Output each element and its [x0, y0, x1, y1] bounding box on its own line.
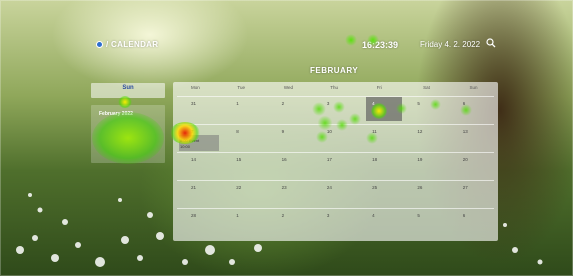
day-number: 17: [326, 157, 332, 162]
day-cell[interactable]: 26: [403, 180, 449, 208]
day-cell[interactable]: 6: [448, 208, 494, 236]
day-cell[interactable]: 17: [312, 152, 359, 180]
day-cell[interactable]: 15: [222, 152, 268, 180]
day-number: 4: [372, 213, 375, 218]
day-cell[interactable]: 2: [267, 96, 313, 124]
event-time: 10:00: [180, 144, 191, 149]
day-number: 1: [236, 213, 239, 218]
today-button[interactable]: Sun: [91, 83, 165, 98]
day-number: 1: [236, 101, 239, 106]
day-cell[interactable]: 18: [358, 152, 404, 180]
day-cell[interactable]: 31: [177, 96, 223, 124]
day-number: 6: [462, 213, 466, 218]
day-cell[interactable]: 19: [403, 152, 449, 180]
day-number: 3: [326, 101, 330, 106]
day-cell[interactable]: 24: [312, 180, 359, 208]
day-cell[interactable]: 27: [448, 180, 494, 208]
weekday-label: Tue: [237, 85, 246, 90]
day-number: 9: [281, 129, 285, 134]
calendar-logo-icon: [96, 41, 103, 48]
day-number: 21: [191, 185, 197, 190]
day-cell[interactable]: 9: [267, 124, 313, 152]
day-number: 5: [417, 101, 420, 106]
day-number: 4: [372, 101, 375, 106]
weekday-label: Fri: [376, 85, 382, 90]
event-title: 8:00 Event: [180, 138, 200, 143]
day-cell[interactable]: 7 8:00 Event 10:00: [177, 124, 223, 152]
day-number: 2: [281, 213, 285, 218]
day-number: 24: [326, 185, 332, 190]
month-title: FEBRUARY: [310, 66, 359, 75]
day-cell[interactable]: 3: [312, 96, 359, 124]
mini-calendar-title: February 2022: [99, 111, 133, 117]
day-number: 18: [372, 157, 378, 162]
calendar-panel: Mon Tue Wed Thu Fri Sat Sun 31 1 2 3 4 5…: [173, 82, 498, 241]
day-number: 31: [191, 101, 197, 106]
day-cell[interactable]: 1: [222, 208, 268, 236]
day-cell[interactable]: 6: [448, 96, 494, 124]
day-cell[interactable]: 25: [358, 180, 404, 208]
day-number: 14: [191, 157, 197, 162]
day-cell[interactable]: 11: [358, 124, 404, 152]
day-cell[interactable]: 23: [267, 180, 313, 208]
current-date: Friday 4. 2. 2022: [420, 40, 481, 49]
day-number: 6: [462, 101, 466, 106]
day-number: 15: [236, 157, 242, 162]
day-cell[interactable]: 8: [222, 124, 268, 152]
day-number: 25: [372, 185, 378, 190]
day-number: 26: [417, 185, 423, 190]
day-number: 5: [417, 213, 420, 218]
app-title: / CALENDAR: [106, 40, 159, 49]
day-cell[interactable]: 20: [448, 152, 494, 180]
day-number: 16: [281, 157, 287, 162]
day-cell[interactable]: 21: [177, 180, 223, 208]
weekday-header: Mon Tue Wed Thu Fri Sat Sun: [173, 85, 498, 95]
day-number: 8: [236, 129, 239, 134]
day-cell-today[interactable]: 4: [358, 96, 404, 124]
day-number: 7: [191, 129, 194, 134]
day-cell[interactable]: 1: [222, 96, 268, 124]
day-cell[interactable]: 13: [448, 124, 494, 152]
clock: 16:23:39: [362, 40, 399, 50]
day-number: 23: [281, 185, 287, 190]
today-button-label: Sun: [122, 85, 134, 91]
weekday-label: Sun: [469, 85, 478, 90]
day-cell[interactable]: 22: [222, 180, 268, 208]
day-cell[interactable]: 12: [403, 124, 449, 152]
weekday-label: Mon: [191, 85, 200, 90]
day-number: 19: [417, 157, 423, 162]
calendar-grid: 31 1 2 3 4 5 6 7 8:00 Event 10:00 8 9 10…: [177, 96, 494, 236]
day-cell[interactable]: 2: [267, 208, 313, 236]
mini-calendar[interactable]: February 2022: [91, 105, 165, 163]
day-number: 10: [326, 129, 332, 134]
day-cell[interactable]: 16: [267, 152, 313, 180]
weekday-label: Wed: [283, 85, 294, 90]
day-number: 12: [417, 129, 423, 134]
weekday-label: Sat: [423, 85, 430, 90]
search-icon[interactable]: [486, 38, 496, 48]
day-number: 22: [236, 185, 242, 190]
day-number: 27: [462, 185, 468, 190]
day-number: 13: [462, 129, 468, 134]
day-number: 2: [281, 101, 285, 106]
day-number: 28: [191, 213, 197, 218]
day-number: 11: [372, 129, 377, 134]
day-cell[interactable]: 14: [177, 152, 223, 180]
weekday-label: Thu: [330, 85, 339, 90]
day-cell[interactable]: 5: [403, 96, 449, 124]
day-cell[interactable]: 4: [358, 208, 404, 236]
day-number: 3: [326, 213, 330, 218]
app-logo[interactable]: / CALENDAR: [96, 40, 158, 49]
day-cell[interactable]: 10: [312, 124, 359, 152]
day-cell[interactable]: 3: [312, 208, 359, 236]
day-cell[interactable]: 5: [403, 208, 449, 236]
day-number: 20: [462, 157, 468, 162]
day-cell[interactable]: 28: [177, 208, 223, 236]
